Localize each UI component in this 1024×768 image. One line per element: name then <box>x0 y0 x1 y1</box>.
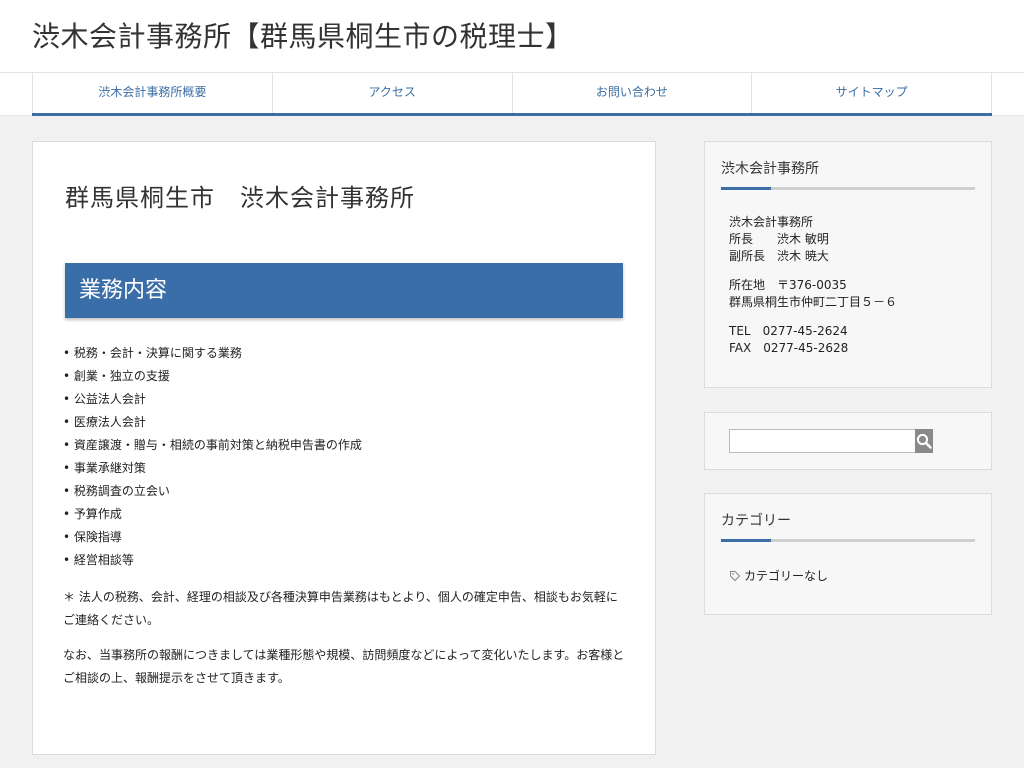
widget-divider <box>721 539 975 542</box>
section-heading: 業務内容 <box>65 263 623 318</box>
main-content: 群馬県桐生市 渋木会計事務所 業務内容 • 税務・会計・決算に関する業務 • 創… <box>32 141 656 755</box>
address: 群馬県桐生市仲町二丁目５－６ <box>729 295 898 309</box>
postal-code: 所在地 〒376-0035 <box>729 278 847 292</box>
list-item: • 予算作成 <box>63 507 122 521</box>
list-item: • 税務調査の立会い <box>63 484 170 498</box>
list-item: • 保険指導 <box>63 530 122 544</box>
fax: FAX 0277-45-2628 <box>729 341 849 355</box>
office-info-widget: 渋木会計事務所 渋木会計事務所 所長 渋木 敏明 副所長 渋木 暁大 所在地 〒… <box>704 141 992 388</box>
widget-title: 渋木会計事務所 <box>721 161 819 177</box>
note-fees: なお、当事務所の報酬につきましては業種形態や規模、訪問頻度などによって変化いたし… <box>63 648 625 685</box>
list-item: • 税務・会計・決算に関する業務 <box>63 346 242 360</box>
widget-title: カテゴリー <box>721 513 791 529</box>
tag-icon <box>730 570 741 581</box>
nav-item-overview[interactable]: 渋木会計事務所概要 <box>32 73 272 113</box>
search-button[interactable] <box>915 429 933 453</box>
search-form <box>729 429 933 453</box>
list-item: • 医療法人会計 <box>63 415 146 429</box>
list-item: • 創業・独立の支援 <box>63 369 170 383</box>
office-info: 渋木会計事務所 所長 渋木 敏明 副所長 渋木 暁大 所在地 〒376-0035… <box>729 214 897 357</box>
nav-bar: 渋木会計事務所概要 アクセス お問い合わせ サイトマップ <box>0 73 1024 116</box>
site-title[interactable]: 渋木会計事務所【群馬県桐生市の税理士】 <box>32 15 574 55</box>
note-consultation: ＊ 法人の税務、会計、経理の相談及び各種決算申告業務はもとより、個人の確定申告、… <box>63 590 618 627</box>
list-item: • 公益法人会計 <box>63 392 146 406</box>
category-item: カテゴリーなし <box>729 567 828 584</box>
search-icon <box>916 433 932 449</box>
nav-item-access[interactable]: アクセス <box>271 73 512 113</box>
search-input[interactable] <box>729 429 915 453</box>
global-nav: 渋木会計事務所概要 アクセス お問い合わせ サイトマップ <box>32 73 992 116</box>
nav-item-contact[interactable]: お問い合わせ <box>511 73 752 113</box>
category-empty-label: カテゴリーなし <box>744 569 829 583</box>
office-name: 渋木会計事務所 <box>729 215 814 229</box>
page-title: 群馬県桐生市 渋木会計事務所 <box>65 184 415 212</box>
site-header: 渋木会計事務所【群馬県桐生市の税理士】 <box>0 0 1024 73</box>
widget-divider <box>721 187 975 190</box>
service-list: • 税務・会計・決算に関する業務 • 創業・独立の支援 • 公益法人会計 • 医… <box>63 342 362 572</box>
category-widget: カテゴリー カテゴリーなし <box>704 493 992 615</box>
list-item: • 事業承継対策 <box>63 461 146 475</box>
director: 所長 渋木 敏明 <box>729 232 829 246</box>
vice-director: 副所長 渋木 暁大 <box>729 249 829 263</box>
list-item: • 資産譲渡・贈与・相続の事前対策と納税申告書の作成 <box>63 438 362 452</box>
nav-item-sitemap[interactable]: サイトマップ <box>751 73 992 113</box>
tel: TEL 0277-45-2624 <box>729 324 848 338</box>
search-widget <box>704 412 992 470</box>
list-item: • 経営相談等 <box>63 553 134 567</box>
